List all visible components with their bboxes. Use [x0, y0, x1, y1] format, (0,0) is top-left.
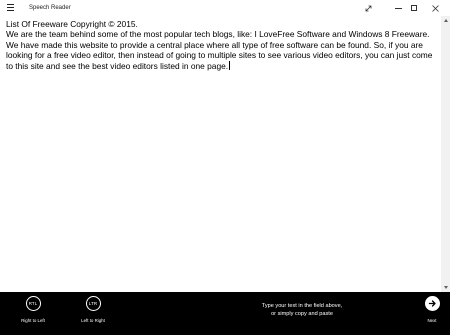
- right-to-left-button[interactable]: RTL Right to Left: [13, 296, 53, 332]
- hamburger-menu-icon[interactable]: [7, 4, 14, 11]
- text-input-area[interactable]: List Of Freeware Copyright © 2015. We ar…: [0, 16, 441, 292]
- next-label: Next: [427, 318, 437, 323]
- ltr-icon: LTR: [85, 296, 101, 311]
- app-title: Speech Reader: [29, 5, 71, 11]
- vertical-scrollbar[interactable]: [441, 16, 450, 292]
- instruction-line-1: Type your text in the field above,: [261, 303, 343, 309]
- rtl-icon: RTL: [25, 296, 41, 311]
- scroll-up-button[interactable]: [441, 16, 450, 25]
- arrow-right-icon: [424, 296, 440, 311]
- ltr-label: Left to Right: [81, 318, 105, 323]
- bottom-app-bar: RTL Right to Left LTR Left to Right Type…: [0, 292, 450, 335]
- next-button[interactable]: Next: [412, 296, 450, 332]
- scroll-up-arrow-icon: [443, 19, 448, 22]
- instruction-text: Type your text in the field above, or si…: [232, 302, 372, 318]
- text-caret: [229, 60, 231, 70]
- expand-button[interactable]: [353, 0, 383, 16]
- expand-diagonal-icon: [365, 5, 371, 11]
- title-bar: Speech Reader: [0, 0, 450, 16]
- left-to-right-button[interactable]: LTR Left to Right: [73, 296, 113, 332]
- editor-text: List Of Freeware Copyright © 2015. We ar…: [6, 19, 433, 71]
- maximize-icon: [411, 5, 417, 11]
- close-button[interactable]: [420, 0, 450, 16]
- scroll-down-button[interactable]: [441, 283, 450, 292]
- close-icon: [431, 4, 439, 12]
- scroll-down-arrow-icon: [443, 286, 448, 289]
- instruction-line-2: or simply copy and paste: [271, 311, 333, 317]
- rtl-label: Right to Left: [21, 318, 45, 323]
